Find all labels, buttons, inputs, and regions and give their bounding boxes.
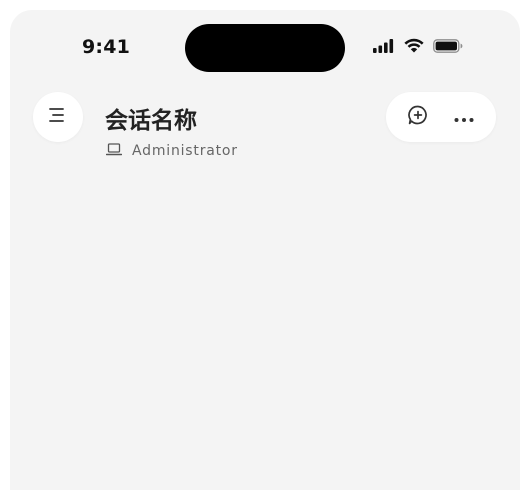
session-subtitle: Administrator (105, 141, 238, 160)
page-title: 会话名称 (105, 108, 197, 134)
app-screen: 9:41 会话名称 Administrator (10, 10, 520, 490)
battery-icon (433, 38, 463, 57)
laptop-icon (105, 141, 123, 160)
status-icons (373, 38, 463, 57)
status-time: 9:41 (82, 36, 131, 58)
chat-plus-icon (406, 103, 430, 131)
more-button[interactable] (439, 92, 489, 142)
wifi-icon (404, 38, 424, 57)
new-chat-button[interactable] (393, 92, 443, 142)
menu-icon (48, 105, 68, 129)
session-user-label: Administrator (132, 142, 238, 159)
header-actions (386, 92, 496, 142)
menu-button[interactable] (33, 92, 83, 142)
conversation-area (10, 180, 520, 480)
more-horizontal-icon (453, 108, 475, 127)
cellular-signal-icon (373, 38, 395, 57)
dynamic-island (185, 24, 345, 72)
